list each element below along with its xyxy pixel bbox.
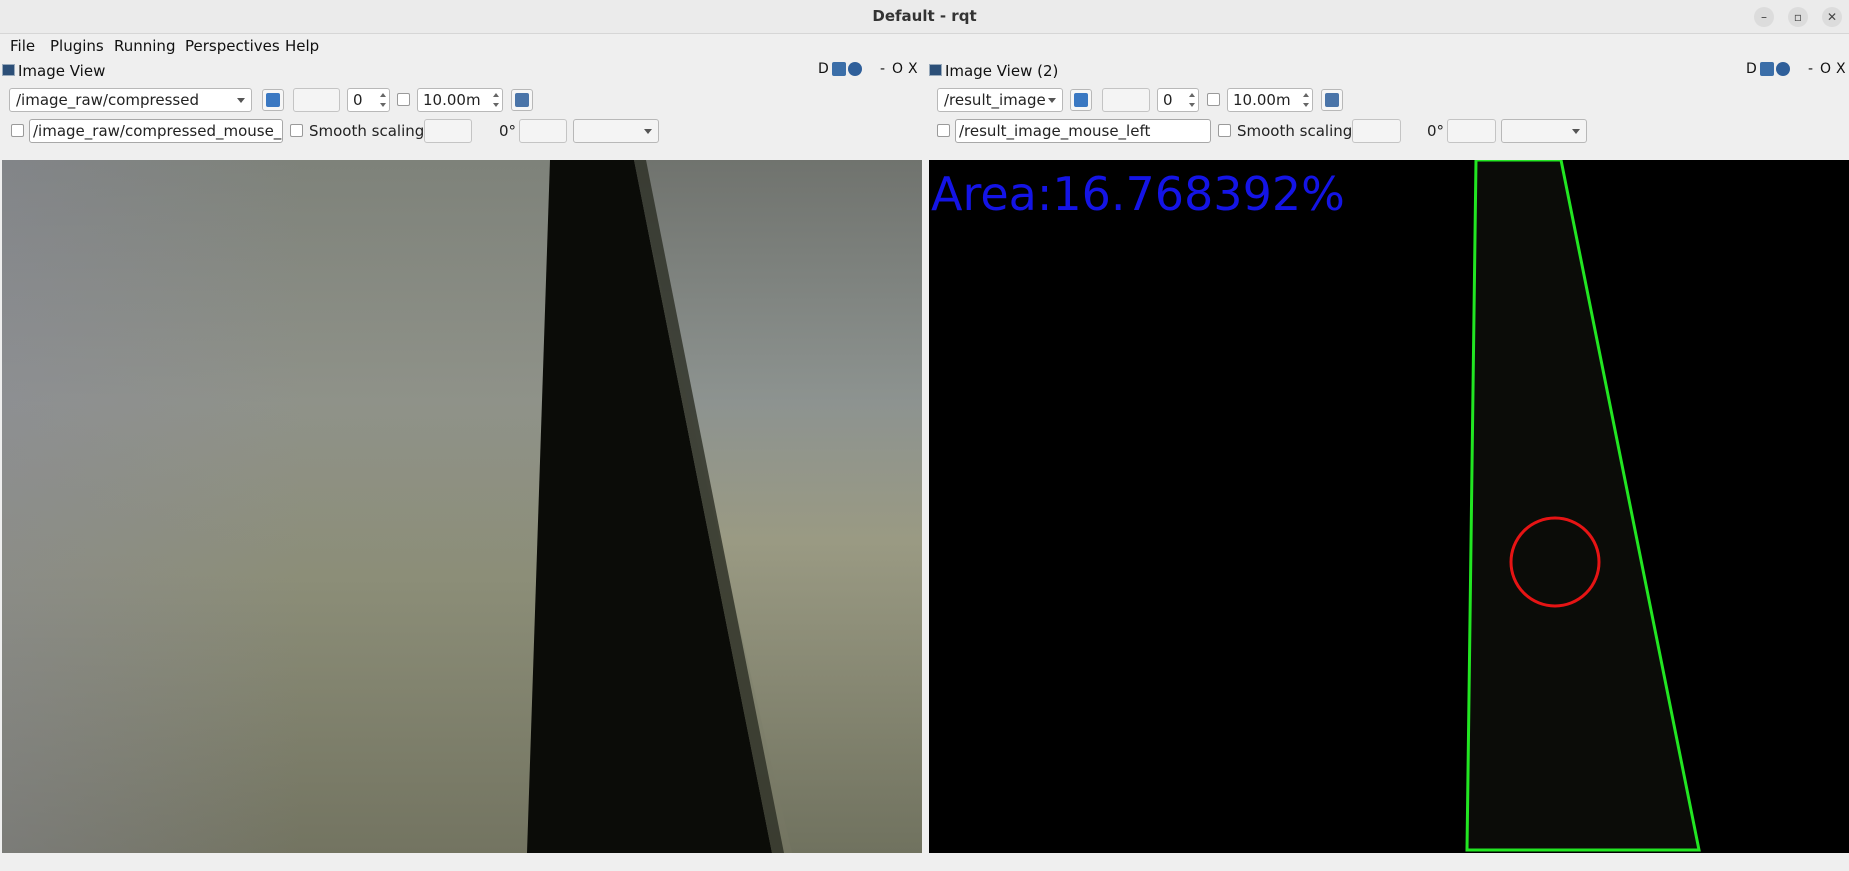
left-minimize-button[interactable]: - — [880, 61, 885, 77]
right-smooth-label: Smooth scaling — [1237, 122, 1353, 140]
left-dock-controls: D - O X — [818, 60, 922, 82]
left-empty-field-1 — [293, 88, 340, 112]
left-topic-combo[interactable]: /image_raw/compressed — [9, 88, 252, 112]
right-d-button[interactable]: D — [1746, 61, 1757, 77]
left-help-icon[interactable] — [848, 62, 862, 76]
refresh-icon — [266, 93, 280, 107]
left-save-button[interactable] — [511, 89, 533, 111]
left-d-button[interactable]: D — [818, 61, 829, 77]
result-image: Area:16.768392% — [929, 158, 1849, 853]
camera-image — [2, 160, 922, 853]
chevron-down-icon — [644, 129, 652, 134]
left-timeout-spinbox[interactable]: 10.00m — [417, 88, 503, 112]
right-save-button[interactable] — [1321, 89, 1343, 111]
left-image-view[interactable] — [2, 160, 922, 853]
right-empty-field-3 — [1447, 119, 1496, 143]
refresh-icon — [1074, 93, 1088, 107]
right-rotate-combo[interactable] — [1501, 119, 1587, 143]
left-smooth-label: Smooth scaling — [309, 122, 425, 140]
right-empty-field-2 — [1352, 119, 1401, 143]
right-float-button[interactable]: O — [1820, 61, 1831, 77]
chevron-down-icon — [1572, 129, 1580, 134]
right-panel-title: Image View (2) — [945, 62, 1059, 80]
menu-plugins[interactable]: Plugins — [50, 37, 104, 55]
area-overlay-text: Area:16.768392% — [931, 167, 1345, 221]
right-dock-controls: D - O X — [1746, 60, 1849, 82]
right-reload-icon[interactable] — [1760, 62, 1774, 76]
statusbar — [0, 853, 1849, 871]
chevron-down-icon — [237, 98, 245, 103]
right-rotation-label: 0° — [1427, 122, 1445, 140]
save-icon — [515, 93, 529, 107]
right-mouse-topic-field[interactable]: /result_image_mouse_left — [955, 119, 1211, 143]
right-topic-combo[interactable]: /result_image — [937, 88, 1063, 112]
menu-perspectives[interactable]: Perspectives — [185, 37, 280, 55]
left-dock-title: Image View — [0, 60, 920, 82]
left-smooth-checkbox[interactable] — [290, 124, 303, 137]
left-rotation-label: 0° — [499, 122, 517, 140]
save-icon — [1325, 93, 1339, 107]
right-rotation-spinbox[interactable]: 0 — [1157, 88, 1199, 112]
right-help-icon[interactable] — [1776, 62, 1790, 76]
window-title: Default - rqt — [872, 7, 977, 25]
left-timeout-checkbox[interactable] — [397, 93, 410, 106]
right-empty-field-1 — [1102, 88, 1150, 112]
image-view-icon — [929, 64, 942, 76]
right-mouse-checkbox[interactable] — [937, 124, 950, 137]
maximize-icon[interactable]: ▫ — [1788, 7, 1808, 27]
minimize-icon[interactable]: – — [1754, 7, 1774, 27]
left-rotation-spinbox[interactable]: 0 — [347, 88, 390, 112]
left-close-button[interactable]: X — [908, 61, 918, 77]
right-refresh-button[interactable] — [1070, 89, 1092, 111]
right-close-button[interactable]: X — [1836, 61, 1846, 77]
left-empty-field-2 — [424, 119, 472, 143]
left-panel-title: Image View — [18, 62, 106, 80]
window-titlebar: Default - rqt – ▫ ✕ — [0, 0, 1849, 34]
right-timeout-spinbox[interactable]: 10.00m — [1227, 88, 1313, 112]
menu-running[interactable]: Running — [114, 37, 175, 55]
left-empty-field-3 — [519, 119, 567, 143]
right-smooth-checkbox[interactable] — [1218, 124, 1231, 137]
left-rotate-combo[interactable] — [573, 119, 659, 143]
left-reload-icon[interactable] — [832, 62, 846, 76]
right-timeout-checkbox[interactable] — [1207, 93, 1220, 106]
chevron-down-icon — [1048, 98, 1056, 103]
right-dock-title: Image View (2) — [927, 60, 1849, 82]
menubar: File Plugins Running Perspectives Help — [0, 34, 1849, 60]
menu-file[interactable]: File — [10, 37, 35, 55]
right-image-view[interactable]: Area:16.768392% — [929, 158, 1849, 853]
menu-help[interactable]: Help — [285, 37, 319, 55]
left-mouse-checkbox[interactable] — [11, 124, 24, 137]
left-mouse-topic-field[interactable]: /image_raw/compressed_mouse_left — [29, 119, 283, 143]
image-view-icon — [2, 64, 15, 76]
left-refresh-button[interactable] — [262, 89, 284, 111]
left-float-button[interactable]: O — [892, 61, 903, 77]
close-icon[interactable]: ✕ — [1822, 7, 1842, 27]
right-minimize-button[interactable]: - — [1808, 61, 1813, 77]
